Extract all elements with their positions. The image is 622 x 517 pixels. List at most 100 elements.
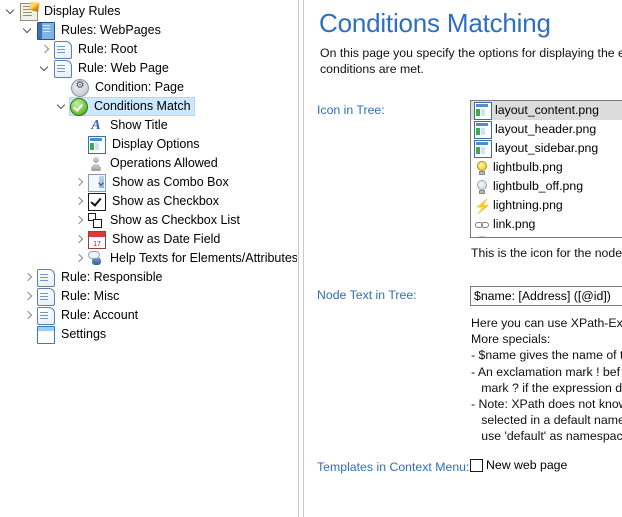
tree-item-content[interactable]: Display Rules [19, 2, 124, 21]
tree-item-content[interactable]: Show as Checkbox List [87, 211, 244, 230]
tree-item-rule-root[interactable]: Rule: Root [0, 40, 297, 59]
partial-row-icon [474, 235, 490, 237]
chevron-right-icon[interactable] [21, 268, 36, 287]
node-text-input[interactable] [470, 286, 622, 306]
tree-item-label: Show as Date Field [112, 232, 221, 246]
list-item-label: layout_content.png [495, 103, 599, 117]
scroll-icon [37, 306, 55, 325]
chevron-right-icon[interactable] [72, 211, 87, 230]
tree-item-show-as-checkbox[interactable]: Show as Checkbox [0, 192, 297, 211]
tree-item-rule-misc[interactable]: Rule: Misc [0, 287, 297, 306]
list-item[interactable]: layout_header.png [471, 120, 622, 139]
rules-tree-view[interactable]: Display Rules Rules: WebPages Rule: Root Ru… [0, 0, 297, 517]
letter-a-icon [88, 118, 104, 134]
list-item[interactable] [471, 234, 622, 237]
lightbulb-off-icon [474, 179, 490, 195]
tree-item-content[interactable]: Show as Date Field [87, 230, 224, 249]
tree-item-content[interactable]: Rule: Root [53, 40, 141, 59]
tree-item-content[interactable]: Rule: Account [36, 306, 142, 325]
tree-item-display-rules[interactable]: Display Rules [0, 2, 297, 21]
tree-item-conditions-match[interactable]: Conditions Match [0, 97, 297, 116]
layout-content-icon [474, 101, 492, 120]
tree-item-rule-responsible[interactable]: Rule: Responsible [0, 268, 297, 287]
tree-item-content[interactable]: Show Title [87, 116, 172, 135]
list-item[interactable]: lightning.png [471, 196, 622, 215]
application-window: Display Rules Rules: WebPages Rule: Root Ru… [0, 0, 622, 517]
chevron-right-icon[interactable] [72, 249, 87, 268]
tree-item-content[interactable]: Conditions Match [69, 97, 195, 116]
chevron-right-icon[interactable] [21, 287, 36, 306]
chevron-right-icon[interactable] [38, 40, 53, 59]
calendar-icon [88, 230, 106, 249]
tree-item-label: Display Options [112, 137, 200, 151]
chevron-down-icon[interactable] [55, 97, 70, 116]
panel-splitter[interactable] [297, 0, 305, 517]
tree-item-content[interactable]: Rule: Misc [36, 287, 123, 306]
list-item[interactable]: link.png [471, 215, 622, 234]
node-text-in-tree-label: Node Text in Tree: [317, 288, 417, 302]
chevron-right-icon[interactable] [21, 306, 36, 325]
page-title: Conditions Matching [319, 8, 551, 38]
tree-item-content[interactable]: Show as Combo Box [87, 173, 233, 192]
tree-item-label: Operations Allowed [110, 156, 218, 170]
tree-item-rule-account[interactable]: Rule: Account [0, 306, 297, 325]
list-item[interactable]: layout_content.png [471, 101, 622, 120]
tree-item-content[interactable]: Settings [36, 325, 110, 344]
tree-item-content[interactable]: Rule: Web Page [53, 59, 173, 78]
tree-item-label: Conditions Match [94, 99, 191, 113]
tree-item-settings[interactable]: Settings [0, 325, 297, 344]
tree-item-label: Rules: WebPages [61, 23, 161, 37]
tree-item-content[interactable]: Display Options [87, 135, 204, 154]
list-item-label: layout_header.png [495, 122, 597, 136]
user-icon [88, 156, 104, 172]
chevron-down-icon[interactable] [21, 21, 36, 40]
tree-item-rule-web-page[interactable]: Rule: Web Page [0, 59, 297, 78]
list-item[interactable]: lightbulb_off.png [471, 177, 622, 196]
list-item[interactable]: layout_sidebar.png [471, 139, 622, 158]
tree-item-help-texts-for-elements-attributes[interactable]: Help Texts for Elements/Attributes [0, 249, 297, 268]
tree-expander-spacer [55, 78, 70, 97]
icon-hint-text: This is the icon for the node [471, 246, 622, 260]
tree-item-content[interactable]: Condition: Page [70, 78, 188, 97]
green-check-circle-icon [70, 97, 88, 116]
chevron-right-icon[interactable] [72, 230, 87, 249]
chevron-down-icon[interactable] [4, 2, 19, 21]
tree-item-rules-webpages[interactable]: Rules: WebPages [0, 21, 297, 40]
chevron-down-icon[interactable] [38, 59, 53, 78]
tree-item-content[interactable]: Operations Allowed [87, 154, 222, 173]
new-web-page-checkbox-row[interactable]: New web page [470, 458, 567, 472]
tree-item-label: Show as Checkbox [112, 194, 220, 208]
tree-item-content[interactable]: Rules: WebPages [36, 21, 165, 40]
tree-item-show-as-combo-box[interactable]: Show as Combo Box [0, 173, 297, 192]
chevron-right-icon[interactable] [72, 192, 87, 211]
link-icon [474, 217, 490, 233]
tree-item-operations-allowed[interactable]: Operations Allowed [0, 154, 297, 173]
tree-item-condition-page[interactable]: Condition: Page [0, 78, 297, 97]
templates-in-context-menu-label: Templates in Context Menu: [317, 460, 470, 474]
node-text-help: Here you can use XPath-Exp More specials… [471, 316, 622, 444]
combobox-icon [88, 173, 106, 192]
tree-item-display-options[interactable]: Display Options [0, 135, 297, 154]
tree-item-label: Show as Checkbox List [110, 213, 240, 227]
document-pencil-icon [20, 2, 38, 21]
tree-item-content[interactable]: Rule: Responsible [36, 268, 166, 287]
tree-item-show-as-checkbox-list[interactable]: Show as Checkbox List [0, 211, 297, 230]
tree-item-show-title[interactable]: Show Title [0, 116, 297, 135]
tree-item-label: Rule: Web Page [78, 61, 169, 75]
chevron-right-icon[interactable] [72, 173, 87, 192]
tree-item-content[interactable]: Help Texts for Elements/Attributes [87, 249, 297, 268]
new-web-page-checkbox[interactable] [470, 458, 483, 472]
tree-item-show-as-date-field[interactable]: Show as Date Field [0, 230, 297, 249]
tree-item-label: Show Title [110, 118, 168, 132]
tree-item-content[interactable]: Show as Checkbox [87, 192, 223, 211]
icon-in-tree-listbox[interactable]: layout_content.png layout_header.pnglayou… [470, 100, 622, 238]
list-item[interactable]: lightbulb.png [471, 158, 622, 177]
scroll-icon [37, 287, 55, 306]
